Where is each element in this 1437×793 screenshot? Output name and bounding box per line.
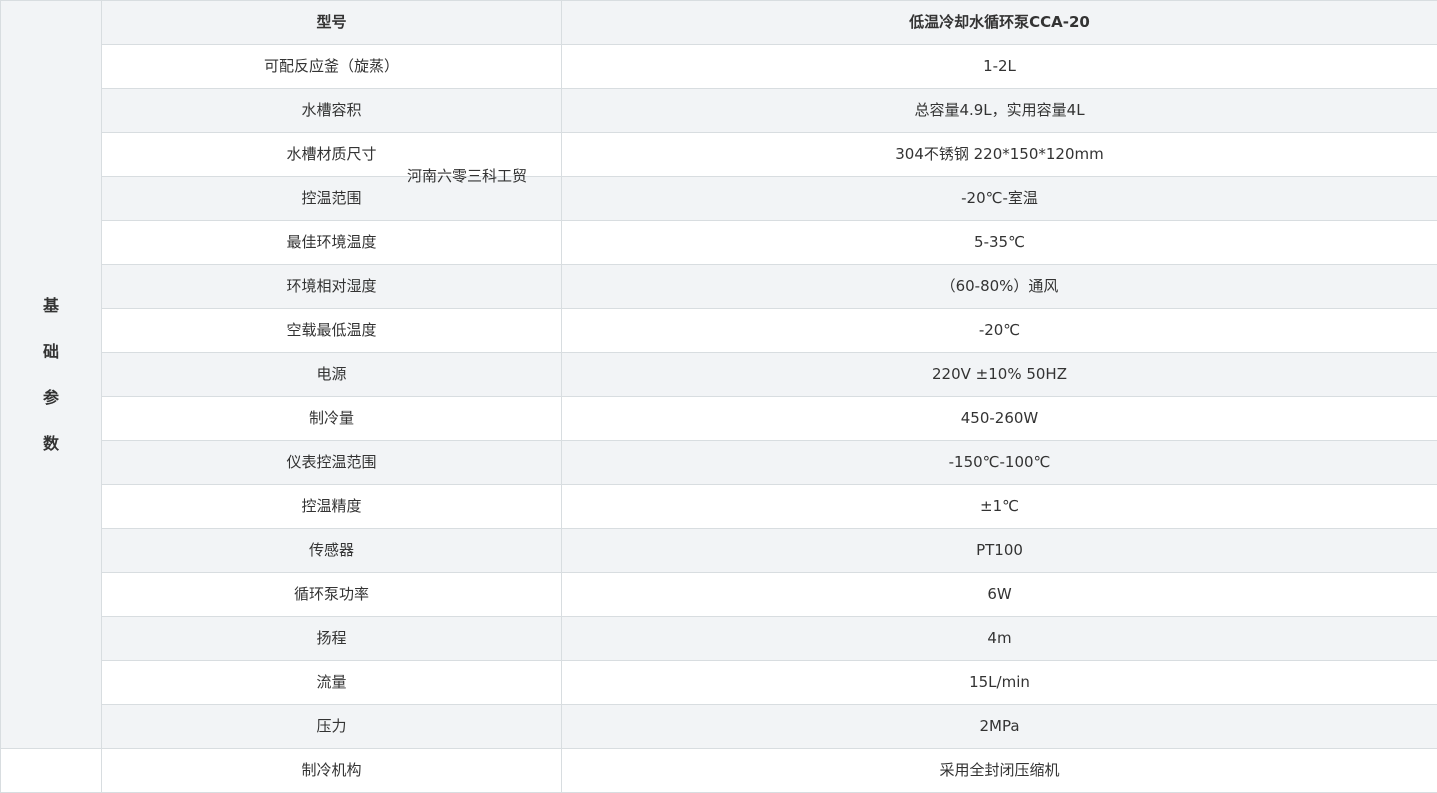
- table-row: 流量15L/min: [1, 661, 1437, 705]
- row-value: -20℃: [562, 309, 1437, 353]
- table-row: 控温范围-20℃-室温: [1, 177, 1437, 221]
- row-value: ±1℃: [562, 485, 1437, 529]
- table-row: 电源220V ±10% 50HZ: [1, 353, 1437, 397]
- row-value: 2MPa: [562, 705, 1437, 749]
- table-row: 环境相对湿度（60-80%）通风: [1, 265, 1437, 309]
- table-row: 可配反应釜（旋蒸）1-2L: [1, 45, 1437, 89]
- table-row: 制冷机构 采用全封闭压缩机: [1, 749, 1437, 793]
- row-value: 4m: [562, 617, 1437, 661]
- category-label: 基础参数: [43, 283, 59, 467]
- row-label: 扬程: [102, 617, 562, 661]
- row-label: 电源: [102, 353, 562, 397]
- row-label: 传感器: [102, 529, 562, 573]
- row-value: -20℃-室温: [562, 177, 1437, 221]
- row-label: 压力: [102, 705, 562, 749]
- row-value: （60-80%）通风: [562, 265, 1437, 309]
- header-value: 低温冷却水循环泵CCA-20: [562, 1, 1437, 45]
- spec-table: 基础参数 型号 低温冷却水循环泵CCA-20 可配反应釜（旋蒸）1-2L 水槽容…: [0, 0, 1437, 793]
- table-row: 循环泵功率6W: [1, 573, 1437, 617]
- row-value: 采用全封闭压缩机: [562, 749, 1437, 793]
- watermark-text: 河南六零三科工贸: [407, 166, 527, 186]
- table-row: 控温精度±1℃: [1, 485, 1437, 529]
- row-value: 总容量4.9L，实用容量4L: [562, 89, 1437, 133]
- row-value: 5-35℃: [562, 221, 1437, 265]
- row-value: 1-2L: [562, 45, 1437, 89]
- row-label: 最佳环境温度: [102, 221, 562, 265]
- table-row: 最佳环境温度5-35℃: [1, 221, 1437, 265]
- header-label: 型号: [102, 1, 562, 45]
- table-row: 传感器PT100: [1, 529, 1437, 573]
- table-row: 基础参数 型号 低温冷却水循环泵CCA-20: [1, 1, 1437, 45]
- row-value: 15L/min: [562, 661, 1437, 705]
- category-cell-empty: [1, 749, 102, 793]
- row-label: 空载最低温度: [102, 309, 562, 353]
- row-label: 循环泵功率: [102, 573, 562, 617]
- table-row: 水槽容积总容量4.9L，实用容量4L: [1, 89, 1437, 133]
- row-label: 制冷量: [102, 397, 562, 441]
- row-label: 控温精度: [102, 485, 562, 529]
- row-label: 制冷机构: [102, 749, 562, 793]
- row-value: 220V ±10% 50HZ: [562, 353, 1437, 397]
- table-row: 扬程4m: [1, 617, 1437, 661]
- row-value: PT100: [562, 529, 1437, 573]
- row-label: 流量: [102, 661, 562, 705]
- category-cell: 基础参数: [1, 1, 102, 749]
- table-row: 水槽材质尺寸304不锈钢 220*150*120mm: [1, 133, 1437, 177]
- row-label: 环境相对湿度: [102, 265, 562, 309]
- row-value: 304不锈钢 220*150*120mm: [562, 133, 1437, 177]
- row-value: -150℃-100℃: [562, 441, 1437, 485]
- row-value: 450-260W: [562, 397, 1437, 441]
- table-row: 制冷量450-260W: [1, 397, 1437, 441]
- row-value: 6W: [562, 573, 1437, 617]
- table-row: 压力2MPa: [1, 705, 1437, 749]
- table-row: 空载最低温度-20℃: [1, 309, 1437, 353]
- row-label: 水槽容积: [102, 89, 562, 133]
- row-label: 可配反应釜（旋蒸）: [102, 45, 562, 89]
- row-label: 仪表控温范围: [102, 441, 562, 485]
- table-row: 仪表控温范围-150℃-100℃: [1, 441, 1437, 485]
